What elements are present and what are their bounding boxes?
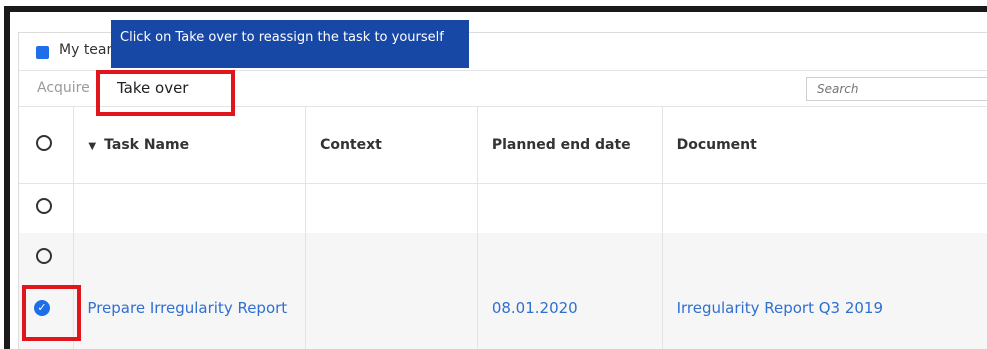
search-input[interactable] bbox=[806, 77, 987, 101]
context-cell bbox=[305, 283, 478, 349]
row-select-highlight bbox=[22, 285, 81, 341]
acquire-button[interactable]: Acquire bbox=[37, 80, 90, 96]
context-cell bbox=[305, 233, 478, 283]
planned-end-date-cell bbox=[477, 183, 663, 233]
document-link[interactable]: Irregularity Report Q3 2019 bbox=[677, 299, 883, 317]
team-tasks-checkbox[interactable] bbox=[36, 46, 49, 59]
table-row[interactable] bbox=[19, 233, 987, 283]
context-cell bbox=[305, 183, 478, 233]
row-select-cell[interactable] bbox=[19, 233, 75, 283]
table-header-row: ▼ Task Name Context Planned end date Docu… bbox=[19, 107, 987, 184]
task-name-cell[interactable]: Prepare Irregularity Report bbox=[73, 283, 307, 349]
select-all-radio-icon[interactable] bbox=[36, 134, 52, 151]
planned-end-date-cell: 08.01.2020 bbox=[477, 283, 663, 349]
row-select-cell[interactable] bbox=[19, 183, 75, 233]
take-over-tooltip: Click on Take over to reassign the task … bbox=[111, 20, 469, 68]
take-over-highlight bbox=[96, 70, 235, 116]
planned-end-date-cell bbox=[477, 233, 663, 283]
task-name-cell bbox=[73, 183, 307, 233]
select-all-header[interactable] bbox=[19, 107, 75, 184]
context-header[interactable]: Context bbox=[305, 107, 478, 184]
document-cell bbox=[662, 233, 987, 283]
task-name-header[interactable]: ▼ Task Name bbox=[73, 107, 307, 184]
planned-end-date-header[interactable]: Planned end date bbox=[477, 107, 663, 184]
table-row[interactable] bbox=[19, 183, 987, 233]
task-name-cell bbox=[73, 233, 307, 283]
document-cell: Irregularity Report Q3 2019 bbox=[662, 283, 987, 349]
task-name-header-label: Task Name bbox=[104, 136, 190, 153]
row-radio-icon[interactable] bbox=[36, 198, 52, 215]
table-row-selected[interactable]: ✓ Prepare Irregularity Report 08.01.2020… bbox=[19, 283, 987, 349]
task-table: ▼ Task Name Context Planned end date Docu… bbox=[19, 107, 987, 349]
document-header[interactable]: Document bbox=[662, 107, 987, 184]
sort-descending-icon: ▼ bbox=[88, 140, 97, 152]
document-cell bbox=[662, 183, 987, 233]
planned-end-date-link[interactable]: 08.01.2020 bbox=[492, 299, 578, 317]
task-name-link[interactable]: Prepare Irregularity Report bbox=[87, 299, 287, 317]
row-radio-icon[interactable] bbox=[36, 248, 52, 264]
